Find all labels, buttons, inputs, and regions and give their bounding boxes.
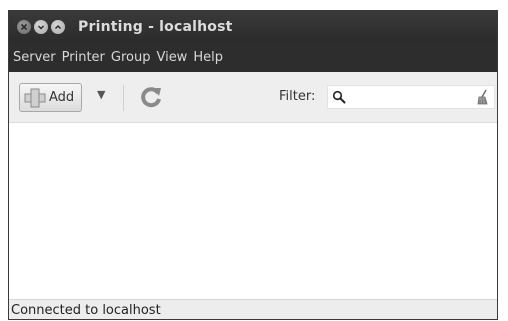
clear-icon[interactable]: [476, 89, 490, 105]
close-icon[interactable]: [17, 19, 31, 34]
status-text: Connected to localhost: [11, 303, 161, 318]
printing-window: Printing - localhost Server Printer Grou…: [8, 10, 498, 320]
window-title: Printing - localhost: [78, 18, 233, 35]
filter-field[interactable]: [327, 85, 495, 109]
menu-group[interactable]: Group: [108, 50, 154, 65]
printer-list-area[interactable]: [9, 123, 497, 299]
add-button[interactable]: Add: [19, 83, 82, 112]
title-bar: Printing - localhost: [9, 10, 497, 43]
filter-input[interactable]: [350, 88, 470, 106]
add-button-label: Add: [49, 90, 75, 105]
status-bar: Connected to localhost: [9, 299, 497, 319]
toolbar-separator: [123, 85, 124, 111]
menu-printer[interactable]: Printer: [59, 50, 108, 65]
menu-help[interactable]: Help: [190, 50, 226, 65]
menu-server[interactable]: Server: [10, 50, 59, 65]
filter-label: Filter:: [279, 89, 316, 104]
search-icon: [332, 90, 346, 104]
menu-bar: Server Printer Group View Help: [9, 43, 497, 72]
toolbar: Add ▼ Filter:: [9, 72, 497, 123]
maximize-icon[interactable]: [51, 19, 65, 34]
minimize-icon[interactable]: [34, 19, 48, 34]
menu-view[interactable]: View: [153, 50, 190, 65]
refresh-icon[interactable]: [139, 84, 163, 110]
dropdown-arrow-icon[interactable]: ▼: [97, 88, 105, 101]
add-printer-icon: [24, 88, 46, 107]
